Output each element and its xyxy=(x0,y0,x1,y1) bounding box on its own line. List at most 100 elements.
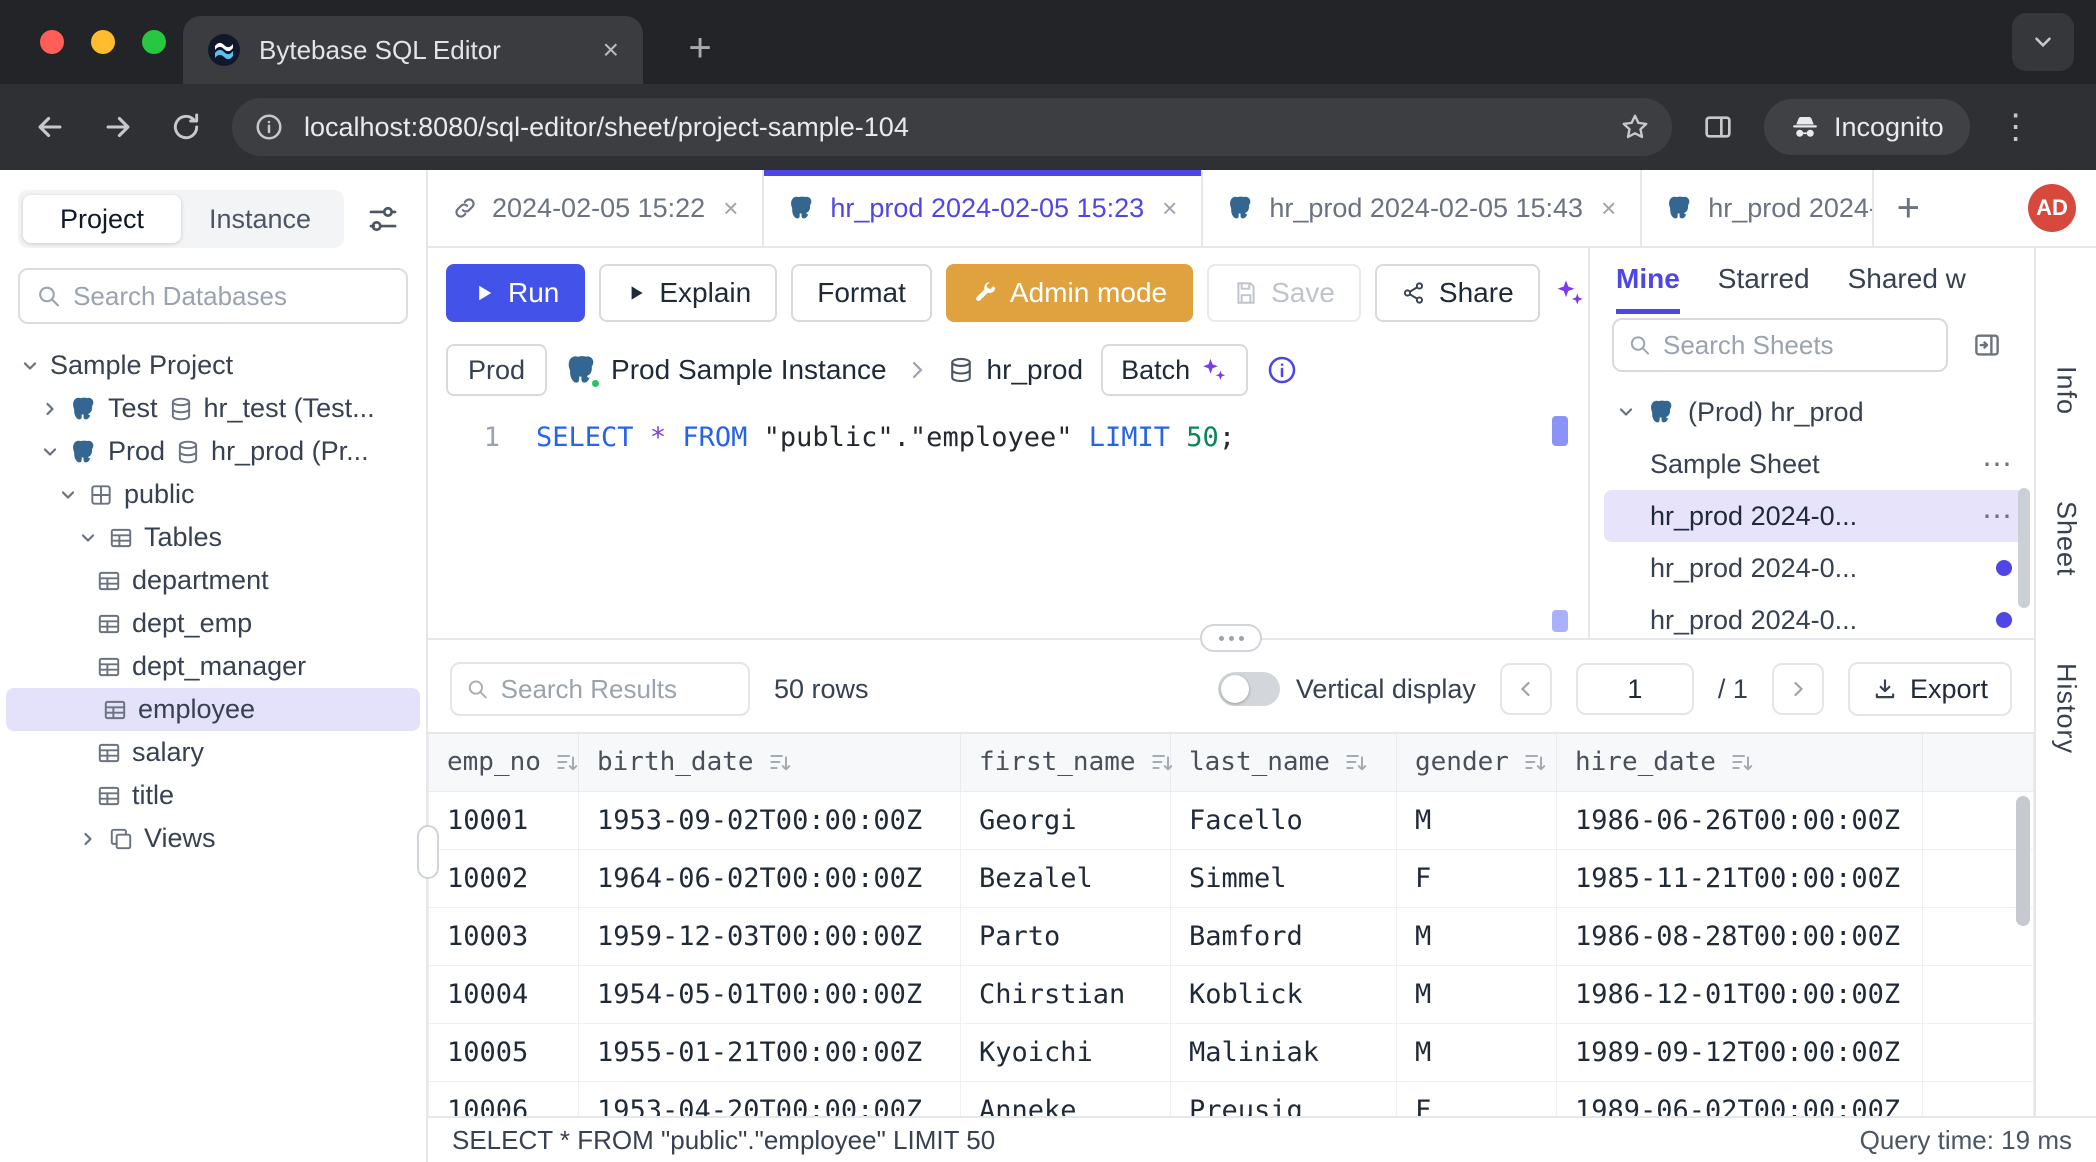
bookmark-star-icon[interactable] xyxy=(1620,112,1650,142)
sort-icon[interactable] xyxy=(1150,750,1174,774)
tree-item-department[interactable]: department xyxy=(0,559,426,602)
sidebar-resize-handle[interactable] xyxy=(417,825,439,879)
tab-shared[interactable]: Shared w xyxy=(1848,248,1966,314)
database-crumb[interactable]: hr_prod xyxy=(947,354,1084,386)
collapse-panel-icon[interactable] xyxy=(1962,320,2012,370)
caret-down-icon[interactable] xyxy=(20,356,40,376)
window-zoom-button[interactable] xyxy=(142,30,166,54)
tree-item-dept-emp[interactable]: dept_emp xyxy=(0,602,426,645)
column-header-gender[interactable]: gender xyxy=(1397,733,1557,791)
tree-item-employee[interactable]: employee xyxy=(6,688,420,731)
column-header-first-name[interactable]: first_name xyxy=(961,733,1171,791)
sheet-search[interactable] xyxy=(1612,318,1948,372)
table-row[interactable]: 100031959-12-03T00:00:00ZPartoBamfordM19… xyxy=(429,907,2034,965)
sheet-tab-hr-prod-2024-0[interactable]: hr_prod 2024-0 xyxy=(1642,170,1874,246)
new-sheet-tab-button[interactable]: + xyxy=(1874,170,1942,246)
connection-info-icon[interactable] xyxy=(1266,354,1298,386)
tree-item-dept-manager[interactable]: dept_manager xyxy=(0,645,426,688)
sheet-item-hr-prod-2024-0[interactable]: hr_prod 2024-0... xyxy=(1604,594,2024,638)
sort-icon[interactable] xyxy=(1730,750,1754,774)
rail-tab-sheet[interactable]: Sheet xyxy=(2051,501,2082,577)
table-row[interactable]: 100041954-05-01T00:00:00ZChirstianKoblic… xyxy=(429,965,2034,1023)
sheet-list-scrollbar[interactable] xyxy=(2018,488,2030,608)
batch-button[interactable]: Batch xyxy=(1101,344,1248,396)
save-button[interactable]: Save xyxy=(1207,264,1361,322)
reload-button[interactable] xyxy=(164,105,208,149)
new-browser-tab-button[interactable]: + xyxy=(676,24,724,72)
sql-editor[interactable]: 1 SELECT * FROM "public"."employee" LIMI… xyxy=(446,414,1570,638)
rail-tab-info[interactable]: Info xyxy=(2051,366,2082,415)
tree-item-title[interactable]: title xyxy=(0,774,426,817)
window-close-button[interactable] xyxy=(40,30,64,54)
sheet-search-input[interactable] xyxy=(1663,330,1932,361)
url-bar[interactable]: localhost:8080/sql-editor/sheet/project-… xyxy=(232,98,1672,156)
sort-icon[interactable] xyxy=(1344,750,1368,774)
share-button[interactable]: Share xyxy=(1375,264,1540,322)
database-search-input[interactable] xyxy=(73,281,390,312)
tab-instance[interactable]: Instance xyxy=(181,195,339,243)
sheet-item-menu-icon[interactable]: ⋯ xyxy=(1982,447,2012,482)
tree-item-public[interactable]: public xyxy=(0,473,426,516)
side-panel-icon[interactable] xyxy=(1696,105,1740,149)
format-button[interactable]: Format xyxy=(791,264,932,322)
results-search-input[interactable] xyxy=(501,674,734,705)
panel-drag-handle[interactable] xyxy=(1200,624,1262,652)
forward-button[interactable] xyxy=(96,105,140,149)
database-search[interactable] xyxy=(18,268,408,324)
caret-down-icon[interactable] xyxy=(78,528,98,548)
tree-item-salary[interactable]: salary xyxy=(0,731,426,774)
admin-mode-button[interactable]: Admin mode xyxy=(946,264,1193,322)
back-button[interactable] xyxy=(28,105,72,149)
sheet-item-hr-prod-2024-0[interactable]: hr_prod 2024-0...⋯ xyxy=(1604,490,2024,542)
sheet-item-sample-sheet[interactable]: Sample Sheet⋯ xyxy=(1604,438,2024,490)
explain-button[interactable]: Explain xyxy=(599,264,777,322)
table-row[interactable]: 100011953-09-02T00:00:00ZGeorgiFacelloM1… xyxy=(429,791,2034,849)
sheet-item-menu-icon[interactable]: ⋯ xyxy=(1982,499,2012,534)
column-header-birth-date[interactable]: birth_date xyxy=(579,733,961,791)
caret-down-icon[interactable] xyxy=(58,485,78,505)
tree-item-sample-project[interactable]: Sample Project xyxy=(0,344,426,387)
column-header-last-name[interactable]: last_name xyxy=(1171,733,1397,791)
close-tab-icon[interactable]: × xyxy=(1601,193,1616,224)
tab-starred[interactable]: Starred xyxy=(1718,248,1810,314)
table-row[interactable]: 100021964-06-02T00:00:00ZBezalelSimmelF1… xyxy=(429,849,2034,907)
caret-down-icon[interactable] xyxy=(40,442,60,462)
caret-right-icon[interactable] xyxy=(78,829,98,849)
sheet-tab-hr-prod-2024-02-05-15-23[interactable]: hr_prod 2024-02-05 15:23× xyxy=(764,170,1203,246)
column-header-emp-no[interactable]: emp_no xyxy=(429,733,579,791)
results-search[interactable] xyxy=(450,662,750,716)
tab-project[interactable]: Project xyxy=(23,195,181,243)
instance-crumb[interactable]: Prod Sample Instance xyxy=(565,353,887,387)
close-tab-icon[interactable]: × xyxy=(1162,193,1177,224)
tab-mine[interactable]: Mine xyxy=(1616,248,1680,314)
sheet-tab-2024-02-05-15-22[interactable]: 2024-02-05 15:22× xyxy=(428,170,764,246)
caret-right-icon[interactable] xyxy=(40,399,60,419)
vertical-display-toggle[interactable] xyxy=(1218,672,1280,706)
browser-menu-icon[interactable]: ⋮ xyxy=(1994,105,2038,149)
browser-tab[interactable]: Bytebase SQL Editor × xyxy=(183,16,643,84)
sheet-tab-hr-prod-2024-02-05-15-43[interactable]: hr_prod 2024-02-05 15:43× xyxy=(1203,170,1642,246)
filter-settings-icon[interactable] xyxy=(358,194,408,244)
table-row[interactable]: 100061953-04-20T00:00:00ZAnnekePreusigF1… xyxy=(429,1081,2034,1116)
page-number-input[interactable] xyxy=(1576,663,1694,715)
sort-icon[interactable] xyxy=(555,750,579,774)
sort-icon[interactable] xyxy=(1523,750,1547,774)
rail-tab-history[interactable]: History xyxy=(2051,663,2082,754)
site-info-icon[interactable] xyxy=(254,112,284,142)
tab-search-chevron-button[interactable] xyxy=(2012,13,2074,71)
tree-item-tables[interactable]: Tables xyxy=(0,516,426,559)
sheet-item-hr-prod-2024-0[interactable]: hr_prod 2024-0... xyxy=(1604,542,2024,594)
caret-down-icon[interactable] xyxy=(1616,402,1636,422)
ai-sparkles-icon[interactable] xyxy=(1554,268,1586,318)
window-minimize-button[interactable] xyxy=(91,30,115,54)
export-button[interactable]: Export xyxy=(1848,662,2012,716)
sheet-group-prod-hr-prod[interactable]: (Prod) hr_prod xyxy=(1604,386,2024,438)
tree-item-views[interactable]: Views xyxy=(0,817,426,860)
tree-item-prod[interactable]: Prodhr_prod (Pr... xyxy=(0,430,426,473)
results-scrollbar[interactable] xyxy=(2016,796,2030,926)
next-page-button[interactable] xyxy=(1772,663,1824,715)
tree-item-test[interactable]: Testhr_test (Test... xyxy=(0,387,426,430)
sort-icon[interactable] xyxy=(768,750,792,774)
column-header-hire-date[interactable]: hire_date xyxy=(1557,733,1923,791)
browser-tab-close-icon[interactable]: × xyxy=(603,34,619,66)
